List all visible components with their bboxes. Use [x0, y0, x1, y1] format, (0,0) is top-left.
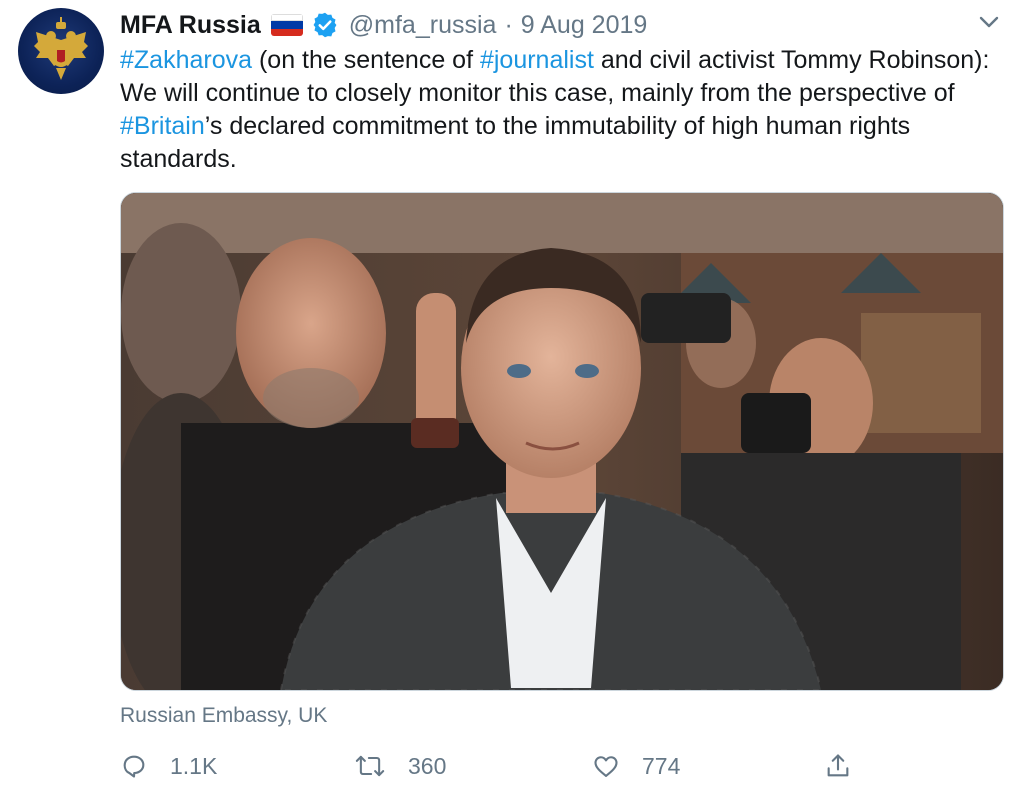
reply-icon: [123, 755, 145, 778]
tweet-location[interactable]: Russian Embassy, UK: [120, 704, 327, 728]
share-button[interactable]: [824, 748, 852, 784]
reply-button[interactable]: 1.1K: [120, 748, 217, 784]
coat-of-arms-icon: [34, 17, 88, 80]
tweet-menu-button[interactable]: [974, 10, 1004, 34]
share-icon: [827, 754, 849, 777]
tweet-header: MFA Russia @mfa_russia · 9 Aug 2019: [120, 8, 647, 42]
like-button[interactable]: 774: [592, 748, 680, 784]
tweet-date[interactable]: 9 Aug 2019: [521, 11, 648, 40]
tweet-photo[interactable]: [120, 192, 1004, 691]
tweet-text-segment: (on the sentence of: [252, 46, 480, 74]
chevron-down-icon: [979, 16, 999, 28]
user-handle[interactable]: @mfa_russia: [349, 11, 497, 40]
russia-flag-icon: [270, 14, 303, 36]
photo-illustration: [121, 193, 1003, 690]
hashtag-journalist[interactable]: #journalist: [480, 46, 594, 74]
avatar[interactable]: [18, 8, 104, 94]
hashtag-zakharova[interactable]: #Zakharova: [120, 46, 252, 74]
reply-count: 1.1K: [170, 752, 218, 779]
display-name[interactable]: MFA Russia: [120, 11, 261, 40]
like-count: 774: [642, 752, 681, 779]
tweet-actions: 1.1K 360 774: [120, 748, 880, 784]
heart-icon: [594, 756, 618, 777]
retweet-icon: [355, 755, 385, 777]
retweet-count: 360: [408, 752, 447, 779]
tweet-text: #Zakharova (on the sentence of #journali…: [120, 44, 1010, 176]
header-separator: ·: [504, 10, 513, 39]
hashtag-britain[interactable]: #Britain: [120, 112, 205, 140]
retweet-button[interactable]: 360: [354, 748, 446, 784]
tweet-text-segment: ’s declared commitment to the immutabili…: [120, 112, 911, 173]
verified-badge-icon: [311, 11, 339, 39]
